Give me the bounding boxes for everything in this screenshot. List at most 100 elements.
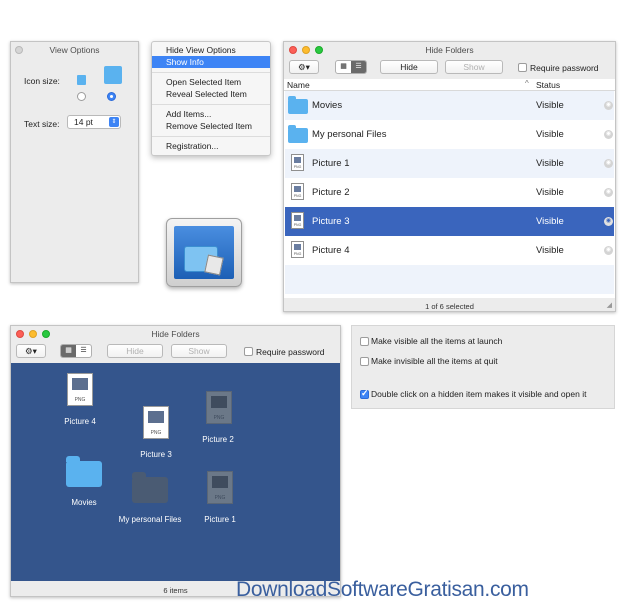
make-visible-at-launch-checkbox[interactable] <box>360 337 369 346</box>
table-row[interactable]: My personal Files Visible ◉ <box>285 120 614 149</box>
row-status: Visible <box>536 245 564 256</box>
eye-icon[interactable]: ◉ <box>604 130 613 139</box>
icon-label-picture2: Picture 2 <box>202 435 234 444</box>
row-status: Visible <box>536 216 564 227</box>
table-row[interactable]: Picture 4 Visible ◉ <box>285 236 614 265</box>
column-header-status[interactable]: Status <box>536 80 560 90</box>
require-password-label: Require password <box>256 347 325 357</box>
resize-grip-icon[interactable]: ◢ <box>607 301 612 309</box>
menu-separator <box>152 136 270 137</box>
watermark: DownloadSoftwareGratisan.com <box>236 578 529 601</box>
row-status: Visible <box>536 158 564 169</box>
close-button[interactable] <box>16 330 24 338</box>
zoom-button[interactable] <box>42 330 50 338</box>
minimize-button[interactable] <box>29 330 37 338</box>
table-row[interactable]: Picture 1 Visible ◉ <box>285 149 614 178</box>
make-invisible-at-quit-checkbox[interactable] <box>360 357 369 366</box>
menu-item-show-info[interactable]: Show Info <box>152 56 270 68</box>
png-file-icon <box>291 212 304 229</box>
gear-icon: ⚙▾ <box>25 346 37 356</box>
gear-menu-button[interactable]: ⚙▾ <box>289 60 319 74</box>
eye-icon[interactable]: ◉ <box>604 246 613 255</box>
png-file-hidden-icon[interactable]: PNG <box>207 471 233 504</box>
menu-item-remove-selected[interactable]: Remove Selected Item <box>152 120 270 132</box>
folder-icon <box>288 125 308 143</box>
view-options-window: View Options Icon size: Text size: 14 pt… <box>10 41 139 283</box>
show-button[interactable]: Show <box>445 60 503 74</box>
png-file-icon[interactable]: PNG <box>143 406 169 439</box>
minimize-button[interactable] <box>302 46 310 54</box>
row-status: Visible <box>536 129 564 140</box>
preferences-panel: Make visible all the items at launch Mak… <box>351 325 615 409</box>
column-header-name[interactable]: Name <box>287 80 310 90</box>
row-name: My personal Files <box>312 129 387 140</box>
context-menu: Hide View Options Show Info Open Selecte… <box>151 41 271 156</box>
png-file-icon[interactable]: PNG <box>67 373 93 406</box>
require-password-checkbox[interactable] <box>518 63 527 72</box>
list-view-icon[interactable]: ☰ <box>76 345 91 357</box>
view-mode-toggle[interactable]: ▦ ☰ <box>60 344 92 358</box>
large-icon-preview-icon <box>104 66 122 84</box>
icon-view-icon[interactable]: ▦ <box>61 345 76 357</box>
require-password-checkbox[interactable] <box>244 347 253 356</box>
close-button[interactable] <box>15 46 23 54</box>
small-icon-radio[interactable] <box>77 92 86 101</box>
row-name: Picture 1 <box>312 158 350 169</box>
menu-item-add-items[interactable]: Add Items... <box>152 108 270 120</box>
png-file-icon <box>291 183 304 200</box>
eye-icon[interactable]: ◉ <box>604 217 613 226</box>
menu-item-hide-view-options[interactable]: Hide View Options <box>152 44 270 56</box>
eye-icon[interactable]: ◉ <box>604 101 613 110</box>
folder-hidden-icon[interactable] <box>132 472 168 503</box>
row-status: Visible <box>536 187 564 198</box>
icon-label-picture4: Picture 4 <box>64 417 96 426</box>
eye-icon[interactable]: ◉ <box>604 159 613 168</box>
small-icon-preview-icon <box>77 75 86 85</box>
view-mode-toggle[interactable]: ▦ ☰ <box>335 60 367 74</box>
zoom-button[interactable] <box>315 46 323 54</box>
close-button[interactable] <box>289 46 297 54</box>
text-size-value: 14 pt <box>74 117 93 127</box>
list-view-icon[interactable]: ☰ <box>351 61 366 73</box>
list-footer: 1 of 6 selected <box>425 302 474 311</box>
require-password-label: Require password <box>530 63 599 73</box>
list-header: Name ^ Status <box>284 79 615 91</box>
view-options-title: View Options <box>49 45 100 55</box>
png-file-hidden-icon[interactable]: PNG <box>206 391 232 424</box>
row-name: Movies <box>312 100 343 111</box>
large-icon-radio[interactable] <box>107 92 116 101</box>
folder-icon <box>288 96 308 114</box>
gear-menu-button[interactable]: ⚙▾ <box>16 344 46 358</box>
icon-label-personal-files: My personal Files <box>118 515 182 524</box>
menu-item-open-selected[interactable]: Open Selected Item <box>152 76 270 88</box>
icon-label-picture3: Picture 3 <box>140 450 172 459</box>
icon-label-picture1: Picture 1 <box>204 515 236 524</box>
menu-item-reveal-selected[interactable]: Reveal Selected Item <box>152 88 270 100</box>
folder-icon[interactable] <box>66 456 102 487</box>
file-list: Name ^ Status Movies Visible ◉ My person… <box>284 79 615 298</box>
app-icon-screen <box>174 226 234 279</box>
double-click-open-checkbox[interactable] <box>360 388 369 399</box>
double-click-open-label: Double click on a hidden item makes it v… <box>371 389 587 399</box>
text-size-select[interactable]: 14 pt ⇕ <box>67 115 121 129</box>
icon-view-icon[interactable]: ▦ <box>336 61 351 73</box>
make-invisible-at-quit-label: Make invisible all the items at quit <box>371 356 498 366</box>
icon-window: Hide Folders ⚙▾ ▦ ☰ Hide Show Require pa… <box>10 325 341 597</box>
show-button[interactable]: Show <box>171 344 227 358</box>
gear-icon: ⚙▾ <box>298 62 310 72</box>
app-icon <box>166 218 242 287</box>
list-window: Hide Folders ⚙▾ ▦ ☰ Hide Show Require pa… <box>283 41 616 312</box>
row-status: Visible <box>536 100 564 111</box>
file-icon <box>204 254 224 276</box>
table-row-selected[interactable]: Picture 3 Visible ◉ <box>285 207 614 236</box>
empty-row <box>285 265 614 294</box>
table-row[interactable]: Movies Visible ◉ <box>285 91 614 120</box>
menu-separator <box>152 104 270 105</box>
row-name: Picture 4 <box>312 245 350 256</box>
table-row[interactable]: Picture 2 Visible ◉ <box>285 178 614 207</box>
eye-icon[interactable]: ◉ <box>604 188 613 197</box>
menu-item-registration[interactable]: Registration... <box>152 140 270 152</box>
hide-button[interactable]: Hide <box>107 344 163 358</box>
make-visible-at-launch-label: Make visible all the items at launch <box>371 336 503 346</box>
hide-button[interactable]: Hide <box>380 60 438 74</box>
